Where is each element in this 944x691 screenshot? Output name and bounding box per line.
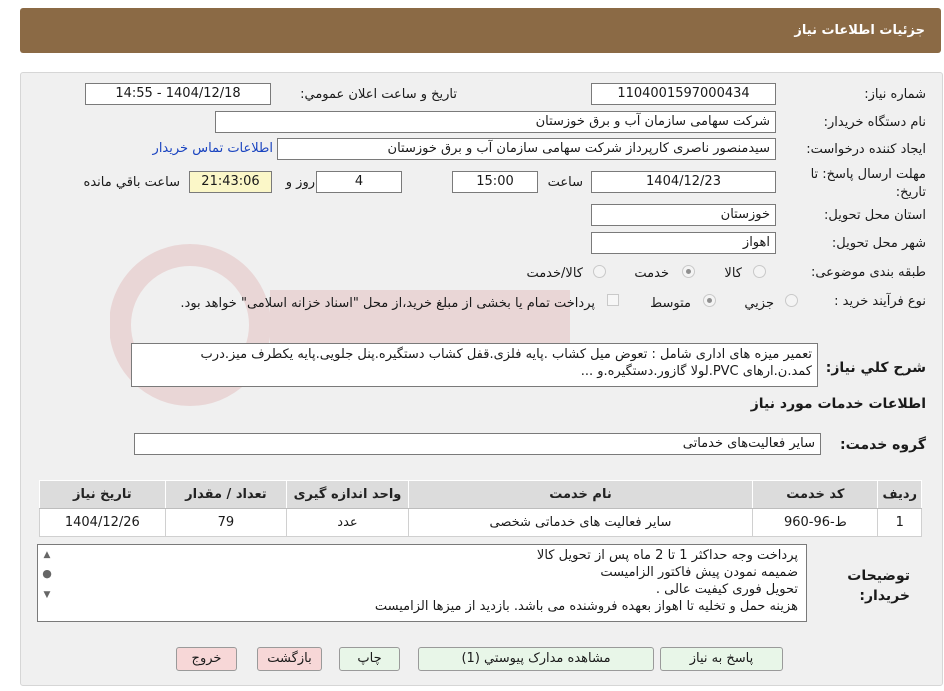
table-header-row: رديف کد خدمت نام خدمت واحد اندازه گيری ت… (39, 480, 922, 509)
cell-qty: 79 (164, 508, 288, 537)
col-qty-header: تعداد / مقدار (164, 480, 288, 509)
deadline-time-label: ساعت (547, 175, 583, 190)
exit-button[interactable]: خروج (176, 647, 237, 671)
buyer-notes-field[interactable]: پرداخت وجه حداکثر 1 تا 2 ماه پس از تحویل… (37, 544, 807, 622)
need-number-field: 1104001597000434 (591, 83, 776, 105)
buyer-org-label: نام دستگاه خريدار: (823, 115, 926, 130)
deadline-date-field: 1404/12/23 (591, 171, 776, 193)
days-label: روز و (285, 175, 315, 190)
category-option-goods-service: کالا/خدمت (526, 266, 583, 281)
process-radio-minor[interactable] (785, 294, 798, 307)
days-field: 4 (316, 171, 402, 193)
buyer-note-line: پرداخت وجه حداکثر 1 تا 2 ماه پس از تحویل… (536, 548, 798, 563)
cell-row: 1 (877, 508, 922, 537)
col-code-header: کد خدمت (752, 480, 879, 509)
buyer-contact-link[interactable]: اطلاعات تماس خريدار (153, 141, 273, 156)
process-option-minor: جزيي (744, 296, 774, 311)
requester-field: سیدمنصور ناصری کارپرداز شرکت سهامی سازما… (277, 138, 776, 160)
city-label: شهر محل تحويل: (831, 236, 926, 251)
col-name-header: نام خدمت (407, 480, 754, 509)
service-group-label: گروه خدمت: (840, 437, 926, 453)
remaining-label: ساعت باقي مانده (83, 175, 180, 190)
process-option-medium: متوسط (650, 296, 691, 311)
buyer-org-field: شرکت سهامی سازمان آب و برق خوزستان (215, 111, 776, 133)
scroll-thumb-icon[interactable]: ● (42, 568, 52, 579)
services-table: رديف کد خدمت نام خدمت واحد اندازه گيری ت… (39, 480, 922, 537)
back-button[interactable]: بازگشت (257, 647, 322, 671)
province-label: استان محل تحويل: (824, 208, 926, 223)
announce-field: 1404/12/18 - 14:55 (85, 83, 271, 105)
cell-unit: عدد (286, 508, 409, 537)
table-row: 1 ط-96-960 سایر فعالیت های خدماتی شخصی ع… (39, 508, 922, 537)
scroll-up-icon[interactable]: ▲ (42, 550, 52, 560)
deadline-label: مهلت ارسال پاسخ: تا تاریخ: (810, 167, 926, 200)
need-number-label: شماره نیاز: (864, 87, 926, 102)
col-date-header: تاريخ نياز (39, 480, 166, 509)
service-group-field: ساير فعاليت‌هاى خدماتى (134, 433, 821, 455)
description-label: شرح کلي نياز: (825, 360, 926, 376)
category-option-service: خدمت (634, 266, 669, 281)
process-label: نوع فرآیند خرید : (834, 294, 926, 309)
buyer-note-line: هزینه حمل و تخلیه تا اهواز بعهده فروشنده… (374, 599, 798, 614)
category-radio-goods-service[interactable] (593, 265, 606, 278)
buyer-notes-label: توضيحات خريدار: (847, 568, 910, 604)
cell-date: 1404/12/26 (39, 508, 166, 537)
buyer-note-line: تحویل فوری کیفیت عالی . (655, 582, 798, 597)
buyer-note-line: ضمیمه نمودن پیش فاکتور الزامیست (600, 565, 798, 580)
cell-code: ط-96-960 (752, 508, 879, 537)
category-label: طبقه بندی موضوعی: (810, 265, 926, 280)
category-radio-service[interactable] (682, 265, 695, 278)
requester-label: ايجاد کننده درخواست: (806, 142, 926, 157)
page-header: جزئیات اطلاعات نیاز (20, 8, 941, 53)
col-unit-header: واحد اندازه گيری (286, 480, 409, 509)
cell-name: سایر فعالیت های خدماتی شخصی (407, 508, 754, 537)
view-attachments-button[interactable]: مشاهده مدارک پيوستي (1) (418, 647, 654, 671)
description-field: تعمیر میزه های اداری شامل : تعوض میل کشا… (131, 343, 818, 387)
announce-label: تاریخ و ساعت اعلان عمومي: (300, 87, 457, 102)
city-field: اهواز (591, 232, 776, 254)
remaining-time-field: 21:43:06 (189, 171, 272, 193)
treasury-payment-checkbox[interactable] (607, 294, 619, 306)
category-option-goods: کالا (724, 266, 742, 281)
province-field: خوزستان (591, 204, 776, 226)
print-button[interactable]: چاپ (339, 647, 400, 671)
services-section-title: اطلاعات خدمات مورد نياز (750, 396, 926, 412)
scroll-down-icon[interactable]: ▼ (42, 590, 52, 600)
category-radio-goods[interactable] (753, 265, 766, 278)
col-row-header: رديف (877, 480, 922, 509)
respond-button[interactable]: پاسخ به نياز (660, 647, 783, 671)
process-radio-medium[interactable] (703, 294, 716, 307)
treasury-payment-note: پرداخت تمام یا بخشی از مبلغ خرید،از محل … (180, 296, 595, 311)
page-title: جزئیات اطلاعات نیاز (794, 23, 925, 38)
deadline-time-field: 15:00 (452, 171, 538, 193)
